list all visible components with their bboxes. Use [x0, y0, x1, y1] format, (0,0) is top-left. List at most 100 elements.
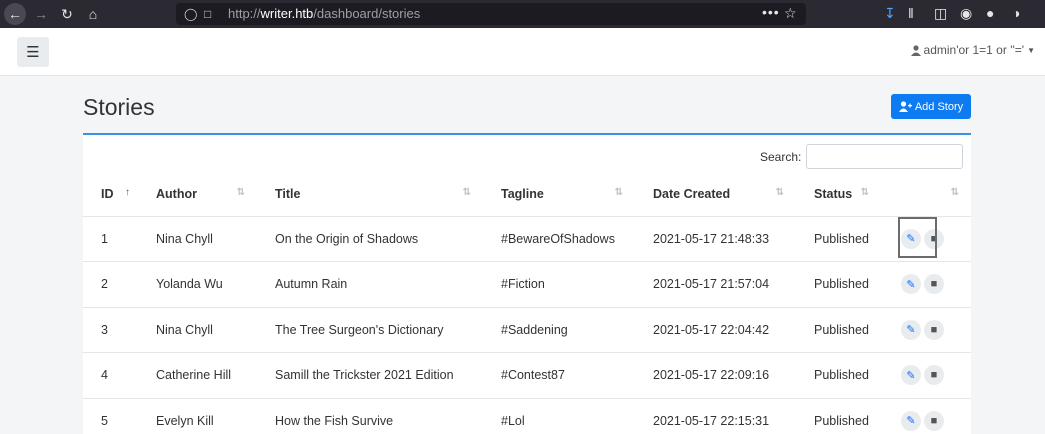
edit-button[interactable]: ✎: [901, 274, 921, 295]
hamburger-menu-button[interactable]: ☰: [17, 37, 49, 67]
cell-tagline: #Saddening: [483, 307, 635, 353]
sort-icon: ⇅: [860, 187, 869, 198]
url-text[interactable]: http://writer.htb/dashboard/stories: [228, 6, 420, 21]
pencil-icon: ✎: [906, 233, 916, 246]
search-label: Search:: [760, 150, 802, 164]
reload-icon[interactable]: ↻: [56, 3, 78, 25]
cell-actions: ✎ ■: [881, 307, 971, 353]
cell-id: 5: [83, 398, 138, 434]
cell-author: Nina Chyll: [138, 307, 257, 353]
cell-tagline: #BewareOfShadows: [483, 216, 635, 262]
url-bar[interactable]: ◯ □ http://writer.htb/dashboard/stories …: [176, 3, 806, 25]
column-header-date-created[interactable]: Date Created ⇅: [635, 172, 796, 217]
cell-author: Evelyn Kill: [138, 398, 257, 434]
sidebar-icon[interactable]: ◫: [934, 5, 947, 22]
cell-date-created: 2021-05-17 21:57:04: [635, 261, 796, 308]
add-story-label: Add Story: [914, 100, 964, 113]
table-row: 3 Nina Chyll The Tree Surgeon's Dictiona…: [83, 307, 971, 353]
table-header-row: ID ↑ Author ⇅ Title ⇅ Tagline ⇅ Date Created…: [83, 172, 971, 217]
extension-icon[interactable]: ◑: [1012, 5, 1020, 21]
cell-id: 1: [83, 216, 138, 262]
page-title: Stories: [83, 94, 155, 120]
cell-status: Published: [796, 261, 881, 308]
pencil-icon: ✎: [906, 415, 916, 428]
cell-date-created: 2021-05-17 21:48:33: [635, 216, 796, 262]
cell-title: On the Origin of Shadows: [257, 216, 483, 262]
user-icon: [910, 44, 921, 56]
delete-button[interactable]: ■: [924, 319, 944, 340]
cell-actions: ✎ ■: [881, 261, 971, 308]
edit-button[interactable]: ✎: [901, 410, 921, 431]
delete-button[interactable]: ■: [924, 274, 944, 295]
browser-toolbar: ← → ↻ ⌂ ◯ □ http://writer.htb/dashboard/…: [0, 0, 1045, 28]
cell-actions: ✎ ■: [881, 352, 971, 399]
library-icon[interactable]: ‖: [908, 5, 914, 21]
pencil-icon: ✎: [906, 324, 916, 337]
trash-icon: ■: [930, 232, 938, 245]
delete-button[interactable]: ■: [924, 410, 944, 431]
cell-status: Published: [796, 216, 881, 262]
star-icon[interactable]: ☆: [784, 5, 797, 22]
cell-date-created: 2021-05-17 22:09:16: [635, 352, 796, 399]
extension-icon[interactable]: ●: [986, 5, 994, 21]
download-icon[interactable]: ↧: [884, 5, 896, 22]
user-dropdown[interactable]: admin'or 1=1 or ''=' ▼: [910, 43, 1035, 57]
trash-icon: ■: [930, 278, 938, 291]
trash-icon: ■: [930, 323, 938, 336]
cell-author: Nina Chyll: [138, 216, 257, 262]
home-icon[interactable]: ⌂: [82, 3, 104, 25]
table-row: 4 Catherine Hill Samill the Trickster 20…: [83, 352, 971, 399]
cell-author: Catherine Hill: [138, 352, 257, 399]
column-header-title[interactable]: Title ⇅: [257, 172, 483, 217]
table-row: 1 Nina Chyll On the Origin of Shadows #B…: [83, 216, 971, 262]
shield-icon[interactable]: ◯: [184, 7, 197, 21]
cell-title: Samill the Trickster 2021 Edition: [257, 352, 483, 399]
pencil-icon: ✎: [906, 369, 916, 382]
cell-title: The Tree Surgeon's Dictionary: [257, 307, 483, 353]
table-row: 2 Yolanda Wu Autumn Rain #Fiction 2021-0…: [83, 261, 971, 308]
extension-icon[interactable]: ◉: [960, 5, 972, 22]
stories-table: ID ↑ Author ⇅ Title ⇅ Tagline ⇅ Date Created…: [83, 172, 971, 434]
cell-title: Autumn Rain: [257, 261, 483, 308]
column-header-tagline[interactable]: Tagline ⇅: [483, 172, 635, 217]
column-header-status[interactable]: Status ⇅: [796, 172, 881, 217]
edit-button[interactable]: ✎: [901, 228, 921, 249]
cell-id: 3: [83, 307, 138, 353]
cell-id: 4: [83, 352, 138, 399]
delete-button[interactable]: ■: [924, 365, 944, 386]
cell-tagline: #Contest87: [483, 352, 635, 399]
delete-button[interactable]: ■: [924, 228, 944, 249]
edit-button[interactable]: ✎: [901, 319, 921, 340]
add-user-icon: [898, 101, 912, 112]
cell-date-created: 2021-05-17 22:04:42: [635, 307, 796, 353]
trash-icon: ■: [930, 414, 938, 427]
edit-button[interactable]: ✎: [901, 365, 921, 386]
caret-down-icon: ▼: [1027, 45, 1035, 55]
column-header-author[interactable]: Author ⇅: [138, 172, 257, 217]
back-icon[interactable]: ←: [4, 3, 26, 25]
sort-icon: ⇅: [950, 187, 959, 198]
page-actions-icon[interactable]: •••: [762, 4, 780, 20]
table-row: 5 Evelyn Kill How the Fish Survive #Lol …: [83, 398, 971, 434]
column-header-actions[interactable]: ⇅: [881, 172, 971, 217]
column-header-id[interactable]: ID ↑: [83, 172, 138, 217]
sort-icon: ⇅: [462, 187, 471, 198]
sort-icon: ⇅: [775, 187, 784, 198]
trash-icon: ■: [930, 369, 938, 382]
cell-status: Published: [796, 307, 881, 353]
search-input[interactable]: [806, 144, 963, 169]
cell-actions: ✎ ■: [881, 398, 971, 434]
sort-icon: ⇅: [614, 187, 623, 198]
user-name: admin'or 1=1 or ''=': [923, 43, 1025, 57]
cell-id: 2: [83, 261, 138, 308]
forward-icon[interactable]: →: [30, 3, 52, 25]
cell-status: Published: [796, 352, 881, 399]
cell-author: Yolanda Wu: [138, 261, 257, 308]
top-navbar: ☰ admin'or 1=1 or ''=' ▼: [0, 28, 1045, 76]
cell-date-created: 2021-05-17 22:15:31: [635, 398, 796, 434]
add-story-button[interactable]: Add Story: [891, 94, 971, 119]
sort-asc-icon: ↑: [125, 187, 130, 198]
lock-icon[interactable]: □: [204, 7, 211, 21]
cell-actions: ✎ ■: [881, 216, 971, 262]
pencil-icon: ✎: [906, 278, 916, 291]
